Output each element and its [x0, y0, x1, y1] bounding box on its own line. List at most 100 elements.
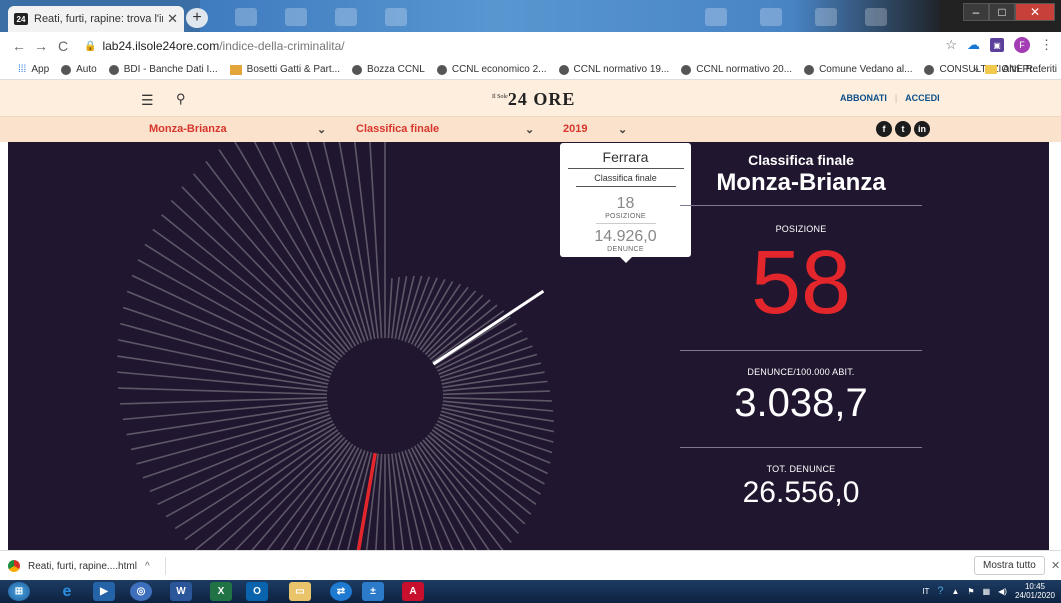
province-bar[interactable]	[120, 396, 328, 405]
bookmark-item[interactable]: Bosetti Gatti & Part...	[229, 64, 340, 75]
globe-icon	[804, 64, 815, 75]
bookmark-item[interactable]: CCNL normativo 20...	[681, 64, 792, 75]
help-icon[interactable]: ?	[937, 585, 943, 597]
ranking-select[interactable]: Classifica finale	[356, 123, 439, 135]
site-favicon: 24	[14, 13, 28, 25]
language-indicator[interactable]: IT	[922, 587, 929, 596]
province-select[interactable]: Monza-Brianza	[149, 123, 227, 135]
start-button-icon[interactable]: ⊞	[8, 582, 30, 601]
chevron-more-icon[interactable]: »	[973, 64, 979, 75]
profile-avatar[interactable]: F	[1014, 37, 1030, 53]
province-bar[interactable]	[442, 400, 554, 412]
calculator-icon[interactable]: ±	[362, 582, 384, 601]
province-bar[interactable]	[242, 142, 360, 345]
province-bar[interactable]	[256, 142, 363, 344]
minimize-icon[interactable]: –	[963, 3, 989, 21]
globe-icon	[681, 64, 692, 75]
province-bar[interactable]	[117, 371, 328, 392]
chevron-down-icon[interactable]: ⌄	[317, 123, 326, 136]
province-bar[interactable]	[174, 426, 337, 530]
chevron-up-icon[interactable]: ^	[145, 561, 150, 572]
other-bookmarks[interactable]: » Altri Preferiti	[973, 64, 1057, 75]
bookmark-item[interactable]: Auto	[61, 64, 97, 75]
download-filename: Reati, furti, rapine....html	[28, 560, 137, 572]
province-bar[interactable]	[442, 380, 548, 392]
maximize-icon[interactable]: □	[989, 3, 1015, 21]
subscribe-link[interactable]: ABBONATI	[840, 93, 887, 103]
position-value: 58	[750, 233, 852, 333]
province-bar[interactable]	[440, 410, 554, 443]
year-select[interactable]: 2019	[563, 123, 587, 135]
reload-icon[interactable]: C	[52, 38, 74, 54]
menu-kebab-icon[interactable]: ⋮	[1040, 37, 1053, 53]
system-tray: IT ? ▲ ⚑ ▦ ◀) 10:45 24/01/2020	[922, 582, 1055, 600]
extension-icon[interactable]: ▣	[990, 38, 1004, 52]
clock[interactable]: 10:45 24/01/2020	[1015, 582, 1055, 600]
bookmark-apps[interactable]: ⁞⁞⁞ App	[18, 64, 49, 75]
chevron-down-icon[interactable]: ⌄	[618, 123, 627, 136]
province-bar[interactable]	[429, 431, 532, 515]
province-bar[interactable]	[122, 400, 328, 421]
chevron-down-icon[interactable]: ⌄	[525, 123, 534, 136]
province-bar[interactable]	[387, 278, 393, 339]
forward-arrow-icon[interactable]: →	[30, 38, 52, 54]
internet-explorer-icon[interactable]: e	[56, 582, 78, 601]
network-icon[interactable]: ▦	[983, 587, 991, 596]
province-bar[interactable]	[131, 274, 333, 372]
bookmarks-bar: ⁞⁞⁞ App Auto BDI - Banche Dati I... Boset…	[0, 60, 1061, 80]
bookmark-item[interactable]: Comune Vedano al...	[804, 64, 912, 75]
login-link[interactable]: ACCEDI	[905, 93, 940, 103]
hamburger-menu-icon[interactable]: ☰	[141, 92, 154, 109]
teamviewer-icon[interactable]: ⇄	[330, 582, 352, 601]
new-tab-button[interactable]: +	[186, 8, 208, 28]
url-field[interactable]: 🔒 lab24.ilsole24ore.com /indice-della-cr…	[84, 39, 345, 53]
outlook-icon[interactable]: O	[246, 582, 268, 601]
province-bar[interactable]	[165, 423, 335, 518]
show-all-button[interactable]: Mostra tutto	[974, 556, 1045, 575]
flag-icon[interactable]: ⚑	[967, 587, 974, 596]
province-bar[interactable]	[206, 434, 343, 550]
province-bar[interactable]	[391, 276, 400, 339]
browser-tab[interactable]: 24 Reati, furti, rapine: trova l'indice …	[8, 6, 184, 32]
page-margin-left	[0, 142, 8, 550]
facebook-icon[interactable]: f	[876, 121, 892, 137]
acrobat-icon[interactable]: A	[402, 582, 424, 601]
bookmark-item[interactable]: CCNL economico 2...	[436, 64, 547, 75]
province-bar[interactable]	[437, 420, 548, 475]
linkedin-icon[interactable]: in	[914, 121, 930, 137]
close-tab-icon[interactable]: ✕	[167, 11, 178, 27]
back-arrow-icon[interactable]: ←	[8, 38, 30, 54]
twitter-icon[interactable]: t	[895, 121, 911, 137]
province-bar[interactable]	[442, 396, 552, 402]
media-player-icon[interactable]: ▶	[93, 582, 115, 601]
tooltip-value-label: DENUNCE	[607, 246, 644, 253]
star-icon[interactable]: ☆	[945, 37, 957, 53]
province-bar[interactable]	[442, 371, 545, 389]
province-bar[interactable]	[230, 142, 357, 347]
bookmark-item[interactable]: CCNL normativo 19...	[558, 64, 669, 75]
chart-center-disc	[328, 339, 442, 453]
volume-icon[interactable]: ◀)	[998, 587, 1007, 596]
province-bar[interactable]	[442, 390, 551, 396]
close-window-icon[interactable]: ✕	[1015, 3, 1055, 21]
province-bar[interactable]	[142, 413, 331, 479]
province-bar[interactable]	[442, 403, 554, 422]
cloud-icon[interactable]: ☁	[967, 37, 980, 53]
bookmark-item[interactable]: BDI - Banche Dati I...	[108, 64, 218, 75]
tray-chevron-icon[interactable]: ▲	[951, 587, 959, 596]
excel-icon[interactable]: X	[210, 582, 232, 601]
word-icon[interactable]: W	[170, 582, 192, 601]
site-logo[interactable]: Il Sole24 ORE	[492, 89, 575, 110]
close-icon[interactable]: ✕	[1051, 559, 1060, 572]
download-item[interactable]: Reati, furti, rapine....html ^	[8, 557, 166, 575]
province-bar[interactable]	[441, 407, 555, 433]
province-bar[interactable]	[118, 387, 328, 396]
file-explorer-icon[interactable]: ▭	[289, 582, 311, 601]
chrome-taskbar-icon[interactable]: ◎	[130, 582, 152, 601]
province-bar[interactable]	[427, 434, 526, 525]
search-icon[interactable]: ⚲	[176, 91, 186, 107]
tooltip-divider	[595, 223, 656, 224]
total-value: 26.556,0	[742, 476, 860, 509]
clock-date: 24/01/2020	[1014, 591, 1055, 600]
bookmark-item[interactable]: Bozza CCNL	[352, 64, 425, 75]
